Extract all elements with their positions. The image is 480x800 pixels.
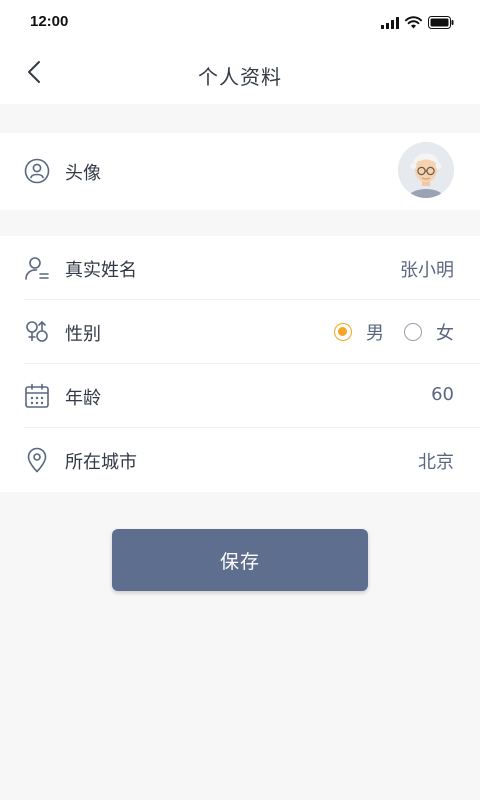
- avatar[interactable]: [398, 142, 454, 198]
- city-value: 北京: [418, 452, 454, 473]
- gender-radio-group: 男 女: [334, 319, 454, 345]
- user-id-icon: [24, 255, 50, 281]
- battery-icon: [428, 14, 454, 33]
- real-name-row[interactable]: 真实姓名 张小明: [0, 236, 480, 300]
- signal-icon: [381, 14, 399, 33]
- save-button[interactable]: 保存: [112, 529, 368, 591]
- gender-option-label: 男: [366, 323, 384, 344]
- gender-row: 性别 男 女: [0, 300, 480, 364]
- city-label: 所在城市: [65, 452, 137, 473]
- age-value: 60: [431, 384, 454, 405]
- user-circle-icon: [24, 158, 50, 184]
- age-row[interactable]: 年龄 60: [0, 364, 480, 428]
- gender-option-label: 女: [436, 323, 454, 344]
- status-bar: 12:00: [0, 0, 480, 44]
- radio-unchecked-icon[interactable]: [404, 323, 422, 341]
- real-name-value: 张小明: [400, 260, 454, 281]
- gender-option-female[interactable]: 女: [404, 319, 454, 345]
- real-name-label: 真实姓名: [65, 260, 137, 281]
- status-icons: [381, 14, 454, 33]
- city-row[interactable]: 所在城市 北京: [0, 428, 480, 492]
- info-section: 真实姓名 张小明 性别 男 女 年龄 60 所在城市 北京: [0, 236, 480, 492]
- gender-icon: [24, 319, 50, 345]
- calendar-icon: [24, 383, 50, 409]
- page-title: 个人资料: [198, 65, 282, 89]
- avatar-section: 头像: [0, 133, 480, 210]
- radio-checked-icon[interactable]: [334, 323, 352, 341]
- nav-bar: 个人资料: [0, 44, 480, 104]
- gender-label: 性别: [65, 324, 101, 345]
- avatar-label: 头像: [65, 163, 101, 184]
- location-pin-icon: [24, 447, 50, 473]
- wifi-icon: [405, 14, 422, 33]
- age-label: 年龄: [65, 388, 101, 409]
- status-time: 12:00: [30, 13, 69, 30]
- gender-option-male[interactable]: 男: [334, 319, 384, 345]
